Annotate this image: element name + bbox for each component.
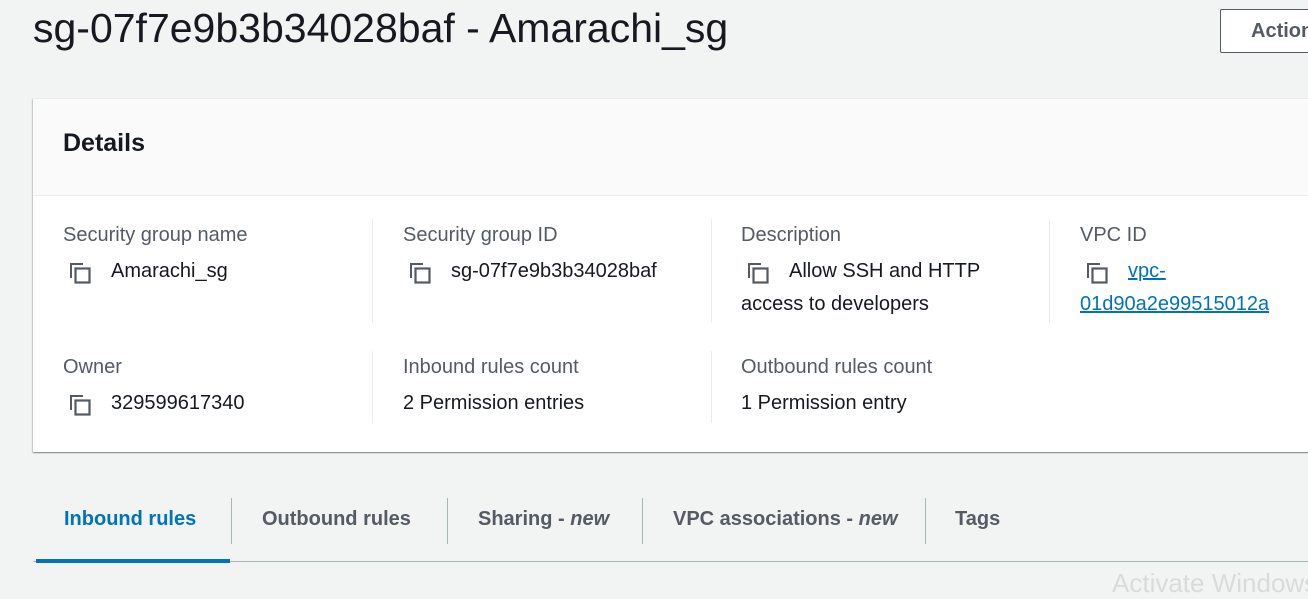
column-divider xyxy=(372,219,373,323)
active-tab-indicator xyxy=(36,559,230,563)
tab-separator xyxy=(231,498,232,544)
copy-icon[interactable] xyxy=(745,260,771,286)
field-value: 329599617340 xyxy=(111,392,245,414)
details-header: Details xyxy=(33,99,1308,196)
copy-icon[interactable] xyxy=(1084,260,1110,286)
tab-label: Tags xyxy=(955,508,1001,530)
field-label: Description xyxy=(741,224,842,246)
field-value: Amarachi_sg xyxy=(111,260,228,282)
field-label: Inbound rules count xyxy=(403,356,579,378)
tab-separator xyxy=(642,498,643,544)
actions-button[interactable]: Actions xyxy=(1220,9,1308,53)
tab-label: VPC associations - xyxy=(673,508,859,530)
field-value: 1 Permission entry xyxy=(741,392,907,414)
copy-icon[interactable] xyxy=(67,392,93,418)
field-label: Outbound rules count xyxy=(741,356,933,378)
field-value: 2 Permission entries xyxy=(403,392,585,414)
field-value: sg-07f7e9b3b34028baf xyxy=(451,260,657,282)
field-label: Owner xyxy=(63,356,122,378)
tab-outbound-rules[interactable]: Outbound rules xyxy=(262,508,411,531)
tab-separator xyxy=(925,498,926,544)
tab-new-badge: new xyxy=(570,508,610,530)
copy-icon[interactable] xyxy=(407,260,433,286)
column-divider xyxy=(711,219,712,323)
tab-label: Sharing - xyxy=(478,508,571,530)
page-title: sg-07f7e9b3b34028baf - Amarachi_sg xyxy=(33,5,729,51)
tab-label: Outbound rules xyxy=(262,508,411,530)
field-label: Security group ID xyxy=(403,224,558,246)
details-panel: Details Security group name Amarachi_sg … xyxy=(33,98,1308,452)
column-divider xyxy=(372,351,373,423)
copy-icon[interactable] xyxy=(67,260,93,286)
tab-label: Inbound rules xyxy=(64,508,197,530)
tab-sharing[interactable]: Sharing - new xyxy=(478,508,609,531)
tab-separator xyxy=(447,498,448,544)
tab-inbound-rules[interactable]: Inbound rules xyxy=(64,508,196,531)
tab-new-badge: new xyxy=(858,508,898,530)
details-title: Details xyxy=(63,129,145,157)
tab-tags[interactable]: Tags xyxy=(955,508,1000,531)
field-value: Allow SSH and HTTP xyxy=(789,260,981,282)
tab-vpc-associations[interactable]: VPC associations - new xyxy=(673,508,898,531)
field-label: VPC ID xyxy=(1080,224,1147,246)
vpc-id-link[interactable]: 01d90a2e99515012a xyxy=(1080,293,1269,316)
field-value: access to developers xyxy=(741,293,929,315)
vpc-id-link[interactable]: vpc- xyxy=(1128,260,1166,283)
column-divider xyxy=(1049,219,1050,323)
field-label: Security group name xyxy=(63,224,248,246)
column-divider xyxy=(711,351,712,423)
